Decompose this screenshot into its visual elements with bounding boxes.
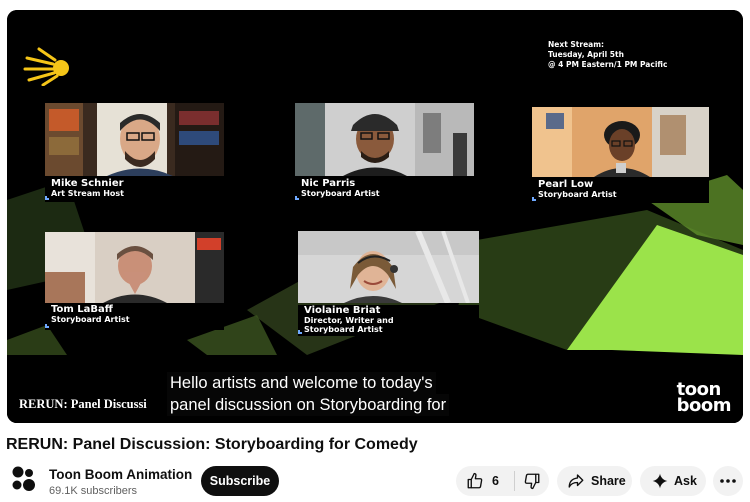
participant-video: [45, 103, 224, 176]
next-stream-label: Next Stream:: [548, 40, 605, 49]
participant-namebar: Tom LaBaff Storyboard Artist: [45, 304, 224, 330]
participant-tile: Violaine Briat Director, Writer and Stor…: [298, 231, 479, 336]
channel-avatar-icon[interactable]: [8, 464, 38, 494]
participant-role: Storyboard Artist: [538, 190, 617, 199]
video-background: [7, 10, 743, 423]
participant-namebar: Mike Schnier Art Stream Host: [45, 178, 224, 202]
name-tick-icon: [532, 197, 536, 201]
subscriber-count: 69.1K subscribers: [49, 485, 138, 497]
ask-button[interactable]: Ask: [640, 466, 706, 496]
name-tick-icon: [295, 196, 299, 200]
more-actions-button[interactable]: [713, 466, 743, 496]
participant-name: Mike Schnier: [51, 178, 124, 189]
participant-namebar: Nic Parris Storyboard Artist: [295, 178, 474, 202]
share-arrow-icon: [567, 472, 585, 490]
thumbs-up-icon: [466, 472, 484, 490]
channel-name[interactable]: Toon Boom Animation: [49, 467, 192, 482]
participant-role-line2: Storyboard Artist: [304, 325, 383, 334]
name-tick-icon: [45, 196, 49, 200]
more-dots-icon: [720, 479, 736, 483]
subscribe-button[interactable]: Subscribe: [201, 466, 279, 496]
video-title: RERUN: Panel Discussion: Storyboarding f…: [6, 436, 418, 453]
next-stream-time: @ 4 PM Eastern/1 PM Pacific: [548, 60, 668, 69]
like-button[interactable]: 6: [456, 466, 514, 496]
ask-label: Ask: [674, 474, 697, 488]
participant-namebar: Pearl Low Storyboard Artist: [532, 179, 709, 203]
participant-name: Violaine Briat: [304, 305, 381, 316]
participant-tile: Nic Parris Storyboard Artist: [295, 103, 474, 202]
participant-video: [45, 232, 224, 303]
name-tick-icon: [45, 324, 49, 328]
participant-tile: Mike Schnier Art Stream Host: [45, 103, 224, 202]
participant-video: [298, 231, 479, 303]
toon-boom-watermark: toon boom: [676, 381, 732, 416]
participant-tile: Pearl Low Storyboard Artist: [532, 107, 709, 205]
video-player[interactable]: Next Stream: Tuesday, April 5th @ 4 PM E…: [7, 10, 743, 423]
participant-tile: Tom LaBaff Storyboard Artist: [45, 232, 224, 330]
participant-role: Art Stream Host: [51, 189, 124, 198]
participant-role: Director, Writer and: [304, 316, 394, 325]
share-button[interactable]: Share: [557, 466, 632, 496]
sparkle-icon: [652, 473, 668, 489]
like-count: 6: [492, 474, 499, 488]
closed-captions: Hello artists and welcome to today's pan…: [167, 372, 487, 416]
sunburst-logo-icon: [23, 47, 69, 86]
next-stream-info: Next Stream: Tuesday, April 5th @ 4 PM E…: [548, 40, 667, 70]
participant-name: Pearl Low: [538, 179, 594, 190]
name-tick-icon: [298, 330, 302, 334]
participant-video: [295, 103, 474, 176]
thumbs-down-icon: [523, 472, 541, 490]
caption-line: panel discussion on Storyboarding for: [167, 394, 450, 416]
like-dislike-group: 6: [456, 466, 549, 496]
share-label: Share: [591, 474, 626, 488]
watermark-line: boom: [676, 395, 732, 416]
overlay-episode-title: RERUN: Panel Discussi: [19, 397, 147, 411]
dislike-button[interactable]: [515, 466, 549, 496]
participant-video: [532, 107, 709, 177]
caption-line: Hello artists and welcome to today's: [167, 372, 436, 394]
participant-role: Storyboard Artist: [51, 315, 130, 324]
next-stream-date: Tuesday, April 5th: [548, 50, 624, 59]
participant-name: Tom LaBaff: [51, 304, 113, 315]
participant-role: Storyboard Artist: [301, 189, 380, 198]
participant-namebar: Violaine Briat Director, Writer and Stor…: [298, 305, 479, 336]
participant-name: Nic Parris: [301, 178, 356, 189]
